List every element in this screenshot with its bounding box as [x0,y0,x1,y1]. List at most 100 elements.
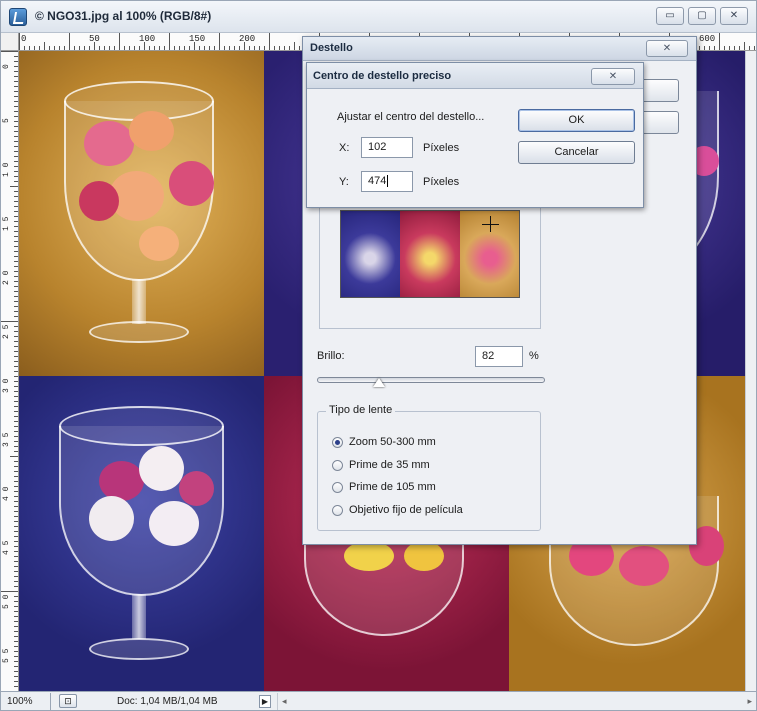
ruler-tick [14,421,18,422]
ruler-label: 5 0 [2,594,11,609]
ruler-tick [14,261,18,262]
maximize-button[interactable]: ▢ [688,7,716,25]
ruler-tick [14,491,18,492]
ruler-tick [14,351,18,352]
radio-icon[interactable] [332,481,343,493]
x-unit: Píxeles [423,142,460,154]
window-titlebar[interactable]: © NGO31.jpg al 100% (RGB/8#) ▭ ▢ ✕ [1,1,756,33]
ruler-tick [289,46,290,50]
ruler-label: 2 0 [2,270,11,285]
glass-base [89,321,189,343]
brightness-slider-track[interactable] [317,377,545,383]
brightness-input[interactable]: 82 [475,346,523,367]
ruler-tick [99,46,100,50]
y-input[interactable]: 474 [361,171,413,192]
ruler-tick [14,631,18,632]
zoom-level[interactable]: 100% [1,692,51,710]
minimize-button[interactable]: ▭ [656,7,684,25]
ruler-tick [89,46,90,50]
ok-button[interactable]: OK [518,109,635,132]
dialog-close-button[interactable]: ✕ [646,40,688,57]
ruler-tick [14,576,18,577]
ruler-tick [104,46,105,50]
close-button[interactable]: ✕ [720,7,748,25]
ruler-tick [14,106,18,107]
ruler-tick [189,46,190,50]
ruler-tick [719,33,720,50]
ruler-tick [14,501,18,502]
ruler-tick [14,181,18,182]
ruler-tick [204,46,205,50]
ruler-tick [14,446,18,447]
ruler-tick [254,46,255,50]
ruler-tick [14,311,18,312]
ruler-tick [734,46,735,50]
radio-icon[interactable] [332,504,343,516]
ruler-tick [14,111,18,112]
ruler-tick [14,406,18,407]
ruler-tick [169,33,170,50]
ruler-tick [279,46,280,50]
glass-bowl [59,426,224,596]
ruler-tick [749,46,750,50]
page-setup-icon[interactable]: ⊡ [59,694,77,708]
ruler-tick [754,46,755,50]
ruler-tick [134,46,135,50]
ruler-label: 1 5 [2,216,11,231]
vertical-scrollbar[interactable] [745,51,756,691]
ruler-tick [14,596,18,597]
glass-stem [132,594,146,639]
ruler-label: 0 [21,34,27,44]
lens-option-label: Prime de 105 mm [349,481,436,493]
status-menu-arrow-icon[interactable]: ▶ [259,694,271,708]
ruler-corner[interactable] [1,33,19,51]
radio-icon[interactable] [332,436,343,448]
document-size-info: Doc: 1,04 MB/1,04 MB [117,695,218,707]
lens-option-prime-35[interactable]: Prime de 35 mm [332,457,430,473]
ruler-label: 1 0 [2,162,11,177]
x-input[interactable]: 102 [361,137,413,158]
ruler-tick [284,46,285,50]
ruler-tick [14,246,18,247]
ruler-tick [29,46,30,50]
brightness-label: Brillo: [317,350,345,362]
ruler-left[interactable]: 0 5 1 0 1 5 2 0 2 5 3 0 3 5 4 0 4 5 5 0 … [1,51,19,691]
ruler-tick [14,256,18,257]
radio-icon[interactable] [332,459,343,471]
lens-option-fixed[interactable]: Objetivo fijo de película [332,502,463,518]
subdialog-close-button[interactable]: ✕ [591,68,635,85]
ruler-tick [14,231,18,232]
ruler-tick [714,46,715,50]
ruler-tick [259,46,260,50]
cancel-button[interactable]: Cancelar [518,141,635,164]
ruler-tick [14,276,18,277]
ruler-tick [14,346,18,347]
ruler-tick [54,46,55,50]
ruler-tick [39,46,40,50]
ruler-label: 2 5 [2,324,11,339]
ruler-tick [14,396,18,397]
ruler-tick [114,46,115,50]
ruler-label: 50 [89,34,100,44]
subdialog-titlebar[interactable]: Centro de destello preciso ✕ [307,63,643,89]
ruler-tick [14,116,18,117]
dialog-titlebar[interactable]: Destello ✕ [303,37,696,61]
ruler-tick [174,46,175,50]
flare-preview[interactable] [319,207,541,329]
ruler-tick [14,401,18,402]
lens-option-zoom[interactable]: Zoom 50-300 mm [332,434,436,450]
ruler-tick [14,196,18,197]
ruler-tick [14,561,18,562]
brightness-slider-thumb[interactable] [372,378,385,387]
scroll-left-arrow-icon[interactable]: ◂ [282,696,287,707]
crosshair-icon[interactable] [482,224,499,225]
flower [79,181,119,221]
ruler-tick [14,671,18,672]
flower [344,541,394,571]
ruler-tick [14,76,18,77]
scroll-right-arrow-icon[interactable]: ▸ [747,696,752,707]
ruler-tick [14,416,18,417]
ruler-label: 5 [2,118,11,123]
horizontal-scrollbar[interactable]: ◂ ▸ [277,692,756,710]
lens-option-prime-105[interactable]: Prime de 105 mm [332,479,436,495]
